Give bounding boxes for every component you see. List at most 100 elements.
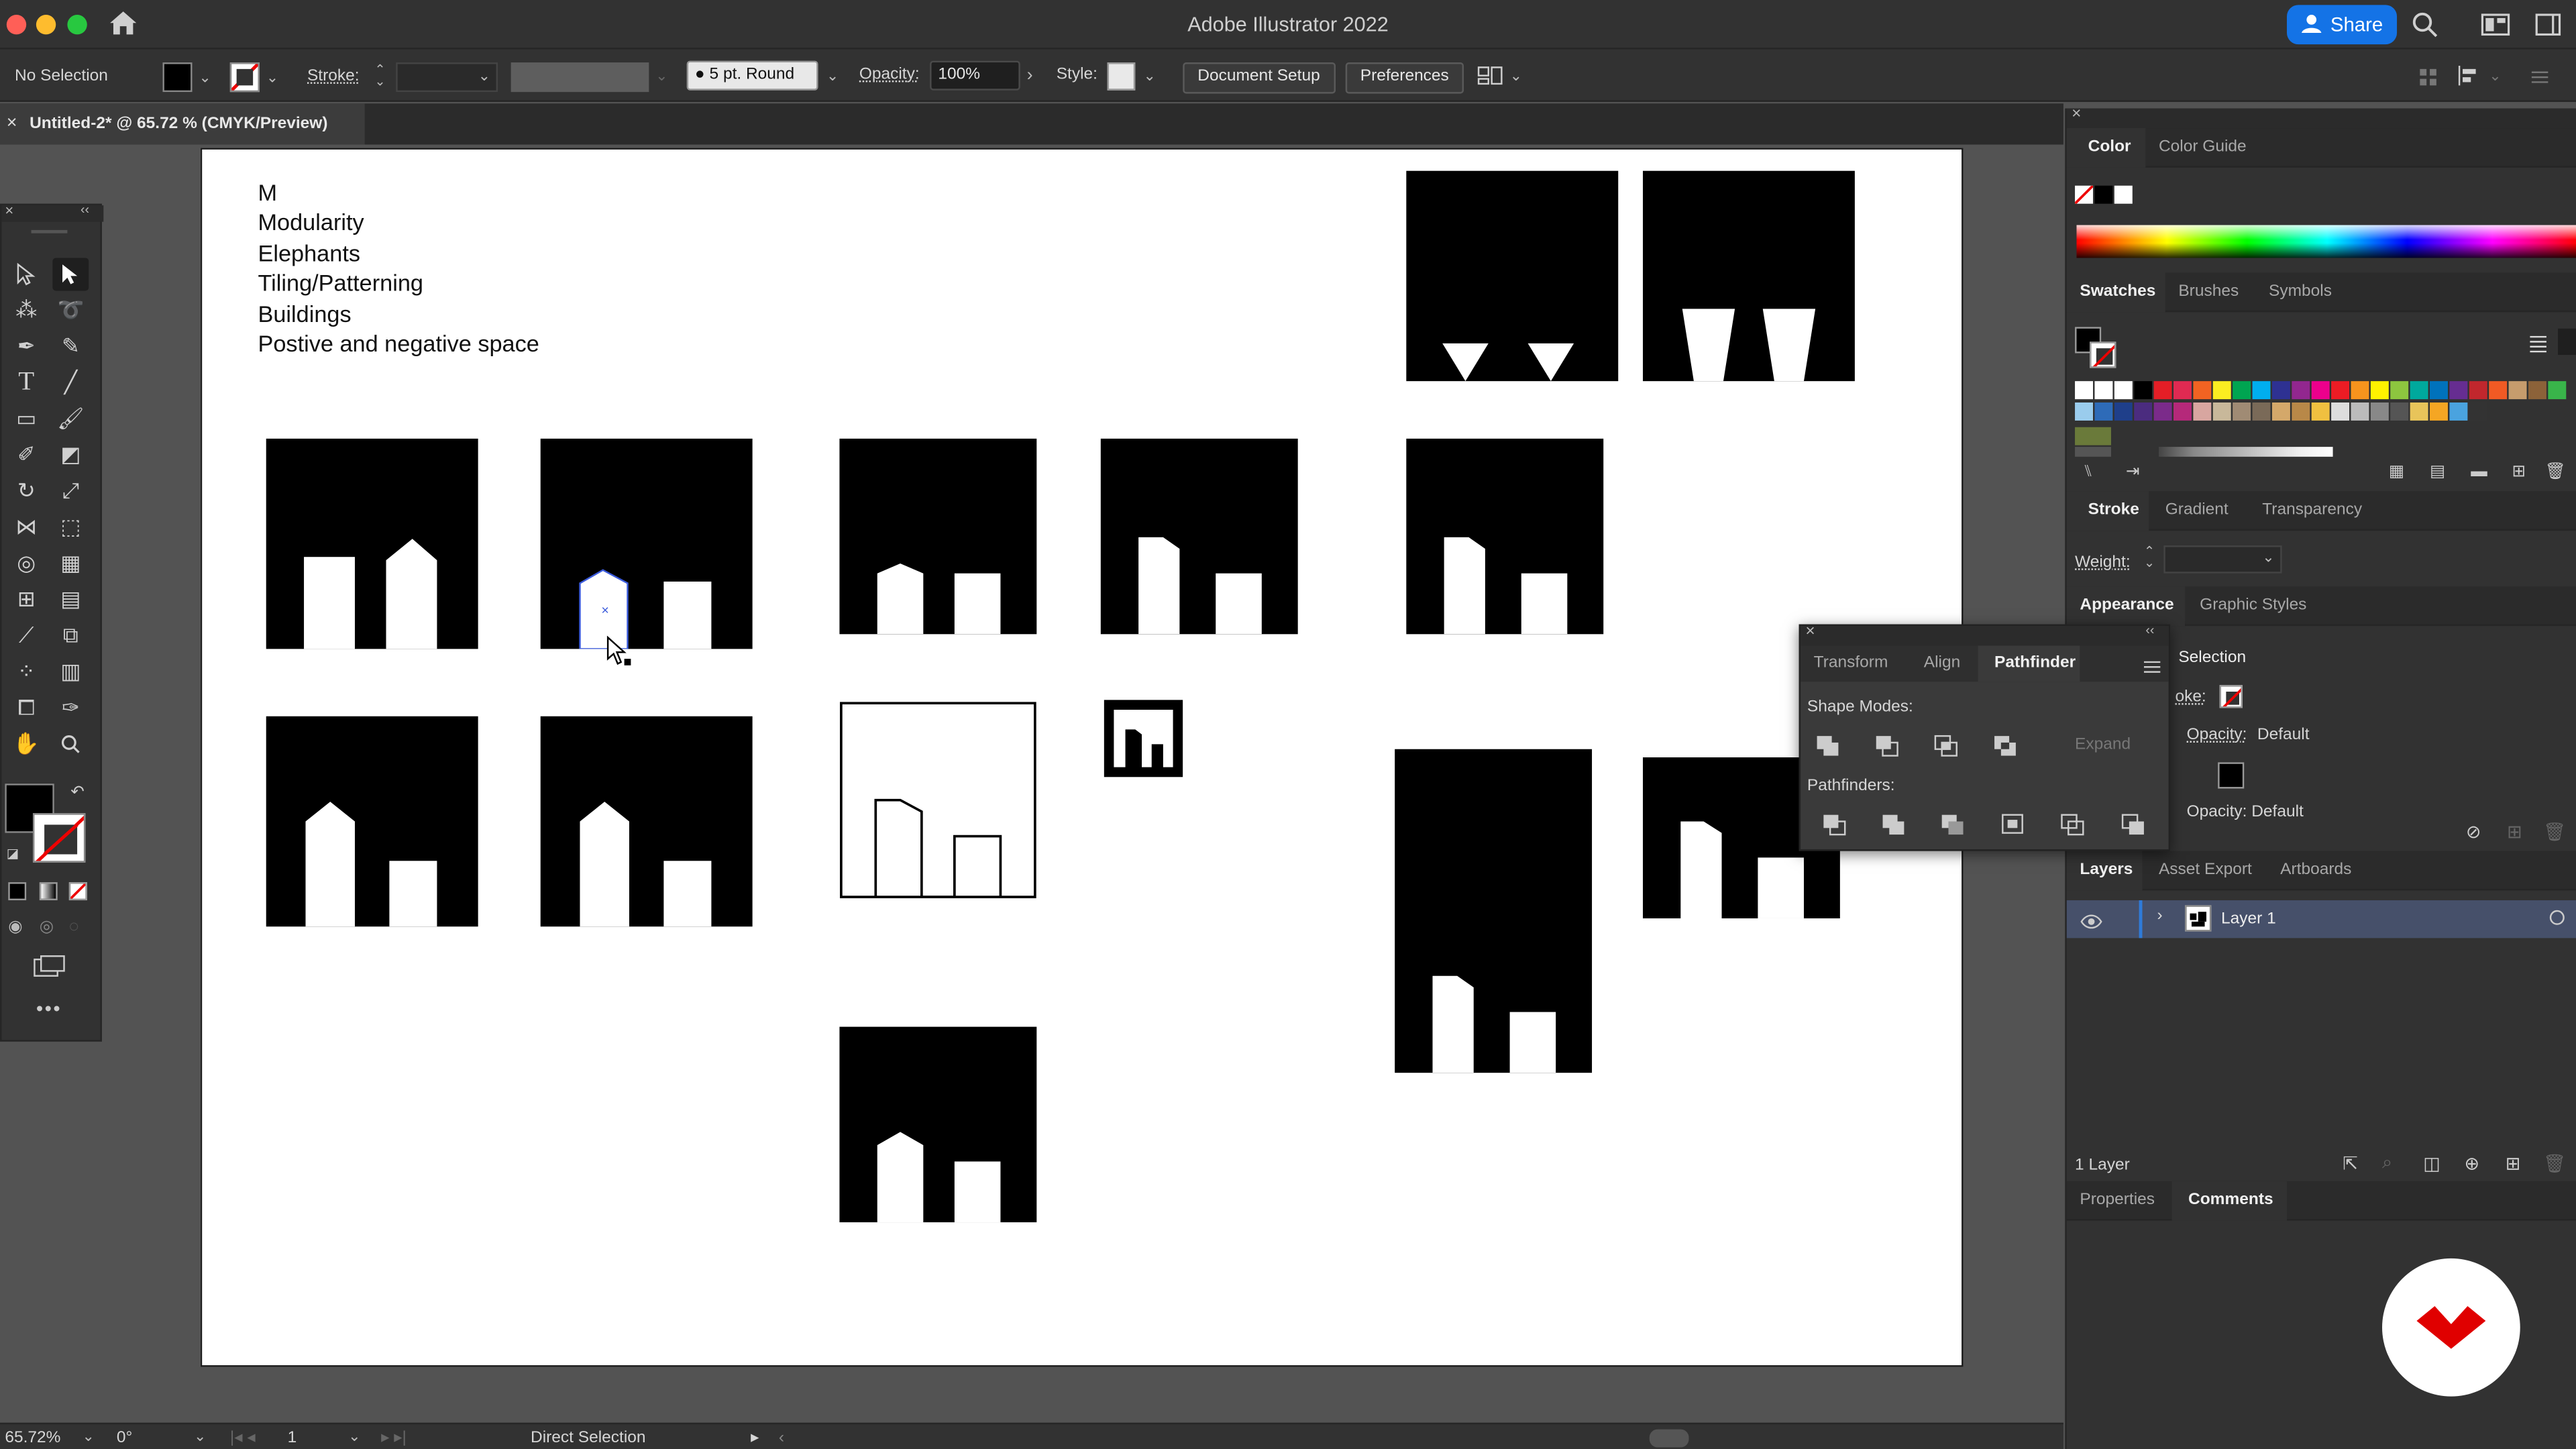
rotation-value[interactable]: 0° (117, 1430, 132, 1448)
hand-tool-icon[interactable]: ✋ (8, 728, 44, 761)
search-icon[interactable] (2412, 11, 2438, 46)
shape-building-4[interactable] (1100, 438, 1298, 635)
color-swatch[interactable] (2449, 402, 2468, 421)
tab-color[interactable]: Color (2088, 138, 2131, 156)
pen-tool-icon[interactable]: ✒ (8, 330, 44, 363)
shape-square-large-teeth[interactable] (1642, 170, 1855, 382)
lasso-tool-icon[interactable]: ➰ (52, 294, 89, 327)
perspective-grid-tool-icon[interactable]: ▦ (52, 547, 89, 580)
clear-appearance-icon[interactable]: ⊘ (2466, 821, 2481, 843)
color-swatch[interactable] (2292, 402, 2310, 421)
shape-building-8[interactable] (839, 1026, 1037, 1223)
free-transform-tool-icon[interactable]: ⬚ (52, 511, 89, 544)
shape-building-3[interactable] (839, 438, 1037, 635)
color-swatch[interactable] (2449, 381, 2468, 400)
color-swatch[interactable] (2292, 381, 2310, 400)
magic-wand-tool-icon[interactable]: ⁂ (8, 294, 44, 327)
color-swatch[interactable] (2153, 381, 2172, 400)
color-swatch[interactable] (2548, 381, 2567, 400)
opacity-arrow-icon[interactable]: › (1027, 66, 1033, 85)
shape-building-mini[interactable] (1104, 700, 1183, 777)
slice-tool-icon[interactable]: ✑ (52, 692, 89, 724)
delete-item-icon[interactable]: 🗑 (2543, 821, 2566, 843)
shape-building-2-selected[interactable]: × (540, 438, 753, 649)
preferences-button[interactable]: Preferences (1345, 62, 1464, 94)
color-swatch[interactable] (2430, 402, 2448, 421)
pathfinder-menu-icon[interactable] (2143, 654, 2161, 684)
profile-dropdown-icon[interactable]: ⌄ (655, 67, 667, 85)
color-swatch[interactable] (2469, 381, 2487, 400)
swatch-libraries-icon[interactable]: ⑊ (2083, 464, 2093, 482)
type-tool-icon[interactable]: T (8, 366, 44, 399)
gradient-mode-icon[interactable] (39, 882, 58, 901)
trim-icon[interactable] (1881, 813, 1907, 836)
make-clipping-mask-icon[interactable]: ◫ (2423, 1153, 2440, 1175)
gradient-tool-icon[interactable]: ▤ (52, 583, 89, 616)
horizontal-scrollbar-thumb[interactable] (1649, 1429, 1689, 1448)
stroke-stepper[interactable]: ⌃ ⌄ (374, 63, 385, 88)
color-swatch[interactable] (2252, 381, 2271, 400)
list-view-icon[interactable] (2528, 332, 2548, 362)
graphic-style-swatch[interactable] (1107, 62, 1136, 91)
weight-stepper[interactable]: ⌃ ⌄ (2144, 545, 2155, 570)
new-color-group-icon[interactable]: ▬ (2471, 464, 2487, 482)
none-mode-icon[interactable] (68, 882, 87, 901)
color-swatch[interactable] (2233, 402, 2251, 421)
outline-icon[interactable] (2060, 813, 2086, 836)
grid-view-icon[interactable] (2558, 328, 2576, 355)
draw-normal-icon[interactable]: ◉ (8, 918, 22, 936)
color-swatch[interactable] (2410, 402, 2428, 421)
paintbrush-tool-icon[interactable]: 🖌 (52, 402, 89, 435)
merge-icon[interactable] (1940, 813, 1966, 836)
new-layer-icon[interactable]: ⊞ (2506, 1153, 2521, 1175)
tab-brushes[interactable]: Brushes (2178, 282, 2239, 301)
more-tools-icon[interactable]: ••• (36, 998, 62, 1020)
tab-symbols[interactable]: Symbols (2269, 282, 2332, 301)
arrange-dropdown-icon[interactable]: ⌄ (1510, 67, 1522, 85)
color-swatch[interactable] (2212, 402, 2231, 421)
shape-building-7[interactable] (540, 716, 753, 927)
first-artboard-icon[interactable]: |◂ ◂ (230, 1430, 256, 1448)
control-menu-icon[interactable] (2530, 66, 2549, 95)
layer-target-icon[interactable] (2549, 910, 2565, 925)
arrange-documents-icon[interactable] (1477, 64, 1503, 96)
align-icon[interactable] (2418, 66, 2438, 95)
color-swatch[interactable] (2075, 402, 2094, 421)
divide-icon[interactable] (1822, 813, 1848, 836)
exclude-icon[interactable] (1993, 735, 2019, 757)
tab-transparency[interactable]: Transparency (2262, 501, 2362, 519)
color-swatch[interactable] (2311, 381, 2330, 400)
color-spectrum-bar[interactable] (2076, 225, 2576, 258)
color-swatch[interactable] (2390, 402, 2409, 421)
minus-back-icon[interactable] (2121, 813, 2147, 836)
color-swatch[interactable] (2508, 381, 2527, 400)
rectangle-tool-icon[interactable]: ▭ (8, 402, 44, 435)
fill-swatch[interactable] (162, 62, 193, 93)
layer-row[interactable]: › Layer 1 (2066, 900, 2576, 938)
shape-building-tall[interactable] (1395, 749, 1593, 1073)
stroke-weight-dropdown-icon[interactable]: ⌄ (478, 67, 490, 85)
document-setup-button[interactable]: Document Setup (1183, 62, 1335, 94)
zoom-dropdown-icon[interactable]: ⌄ (82, 1428, 94, 1446)
color-swatch[interactable] (2252, 402, 2271, 421)
duplicate-item-icon[interactable]: ⊞ (2507, 821, 2522, 843)
brush-definition[interactable]: ● 5 pt. Round (686, 60, 818, 91)
artboard-tool-icon[interactable]: ⧠ (8, 692, 44, 724)
delete-layer-icon[interactable]: 🗑 (2543, 1153, 2566, 1175)
tab-layers[interactable]: Layers (2080, 861, 2133, 879)
shape-building-5[interactable] (1406, 438, 1604, 635)
expand-layer-icon[interactable]: › (2157, 907, 2163, 925)
appearance-fill-swatch[interactable] (2218, 762, 2245, 789)
unite-icon[interactable] (1815, 735, 1841, 757)
symbol-sprayer-tool-icon[interactable]: ⁘ (8, 655, 44, 688)
appearance-opacity-label[interactable]: Opacity: (2187, 726, 2247, 744)
tools-panel-header[interactable]: × ‹‹ (1, 202, 104, 222)
color-swatch[interactable] (2075, 381, 2094, 400)
new-sublayer-icon[interactable]: ⊕ (2464, 1153, 2479, 1175)
tab-comments[interactable]: Comments (2188, 1191, 2273, 1210)
shape-building-1[interactable] (266, 438, 478, 649)
tab-pathfinder[interactable]: Pathfinder (1994, 654, 2076, 672)
blend-tool-icon[interactable]: ⧉ (52, 619, 89, 652)
color-mode-icon[interactable] (8, 882, 27, 901)
intersect-icon[interactable] (1933, 735, 1960, 757)
